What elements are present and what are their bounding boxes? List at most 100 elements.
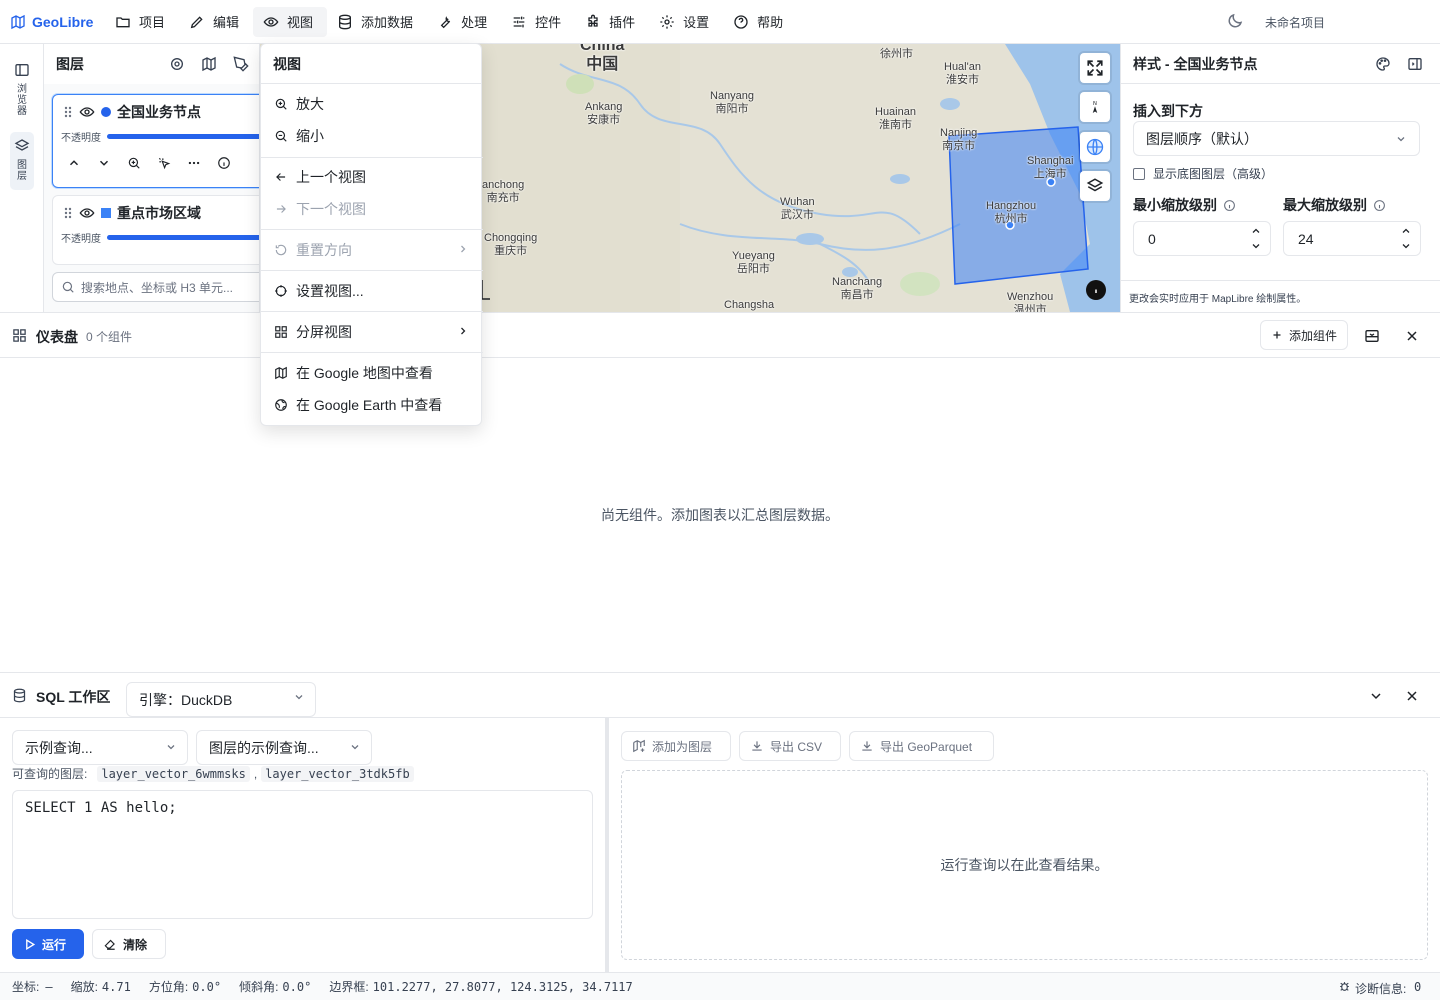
diagnostics-label[interactable]: 诊断信息: bbox=[1355, 980, 1406, 997]
menu-item-set-view[interactable]: 设置视图... bbox=[261, 275, 483, 307]
zoom-to-layer-icon[interactable] bbox=[127, 156, 141, 170]
moon-icon[interactable] bbox=[1226, 12, 1244, 30]
close-icon[interactable] bbox=[1404, 688, 1420, 704]
menu-settings[interactable]: 设置 bbox=[649, 7, 723, 37]
bug-icon[interactable] bbox=[1338, 980, 1351, 993]
drag-handle-icon[interactable] bbox=[63, 206, 73, 220]
chevron-down-icon[interactable] bbox=[97, 156, 111, 170]
visibility-eye-icon[interactable] bbox=[79, 104, 95, 120]
menu-item-label: 设置视图... bbox=[296, 283, 364, 299]
layer-name: 重点市场区域 bbox=[117, 205, 201, 221]
run-button[interactable]: 运行 bbox=[12, 929, 84, 959]
example-query-value: 示例查询... bbox=[25, 739, 93, 756]
chevron-right-icon bbox=[457, 243, 469, 255]
menu-controls[interactable]: 控件 bbox=[501, 7, 575, 37]
globe-button[interactable] bbox=[1080, 132, 1110, 162]
rail-layers-button[interactable]: 图层 bbox=[10, 132, 34, 190]
example-query-select[interactable]: 示例查询... bbox=[12, 730, 188, 765]
menu-view[interactable]: 视图 bbox=[253, 6, 328, 37]
compass-button[interactable]: N bbox=[1080, 92, 1110, 122]
export-csv-button[interactable]: 导出 CSV bbox=[739, 731, 841, 761]
opacity-slider[interactable] bbox=[107, 235, 259, 240]
menu-item-google-maps[interactable]: 在 Google 地图中查看 bbox=[261, 357, 483, 389]
menu-item-split-view[interactable]: 分屏视图 bbox=[261, 316, 483, 348]
visibility-eye-icon[interactable] bbox=[79, 205, 95, 221]
export-csv-label: 导出 CSV bbox=[770, 739, 823, 754]
map-label-en: Wenzhou bbox=[1007, 291, 1054, 303]
app-brand[interactable]: GeoLibre bbox=[10, 14, 105, 30]
menu-item-label: 缩小 bbox=[296, 128, 324, 144]
compass-icon: N bbox=[1086, 98, 1104, 116]
drag-handle-icon[interactable] bbox=[63, 105, 73, 119]
menu-plugins[interactable]: 插件 bbox=[575, 7, 649, 37]
project-name[interactable]: 未命名项目 bbox=[1265, 14, 1325, 31]
download-icon bbox=[860, 739, 874, 753]
palette-icon[interactable] bbox=[1375, 56, 1391, 72]
insert-below-select[interactable]: 图层顺序（默认） bbox=[1133, 121, 1420, 156]
collapse-panel-icon[interactable] bbox=[1407, 56, 1423, 72]
engine-select[interactable]: 引擎：DuckDB bbox=[126, 682, 316, 717]
menu-project[interactable]: 项目 bbox=[105, 7, 179, 37]
show-basemap-checkbox[interactable] bbox=[1133, 167, 1145, 180]
opacity-slider[interactable] bbox=[107, 134, 259, 139]
dashboard-grid-icon bbox=[12, 328, 27, 343]
target-icon bbox=[274, 284, 288, 298]
queryable-layer-chip[interactable]: layer_vector_6wmmsks bbox=[97, 765, 250, 782]
view-dropdown-menu: 视图 放大 缩小 上一个视图 下一个视图 重置方向 设置视图... 分屏视图 在… bbox=[260, 43, 483, 426]
chevron-up-icon[interactable] bbox=[67, 156, 81, 170]
map-icon[interactable] bbox=[201, 56, 217, 72]
chevron-down-icon[interactable] bbox=[1400, 240, 1412, 252]
max-zoom-input[interactable]: 24 bbox=[1283, 221, 1421, 256]
info-icon[interactable] bbox=[217, 156, 231, 170]
pen-tool-icon[interactable] bbox=[233, 56, 249, 72]
minimize-panel-icon[interactable] bbox=[1364, 328, 1380, 344]
map-label-en: Ankang bbox=[585, 101, 623, 113]
layers-icon bbox=[1086, 177, 1104, 195]
export-geoparquet-button[interactable]: 导出 GeoParquet bbox=[849, 731, 994, 761]
layer-example-query-select[interactable]: 图层的示例查询... bbox=[196, 730, 372, 765]
fullscreen-button[interactable] bbox=[1080, 53, 1110, 83]
layer-row: 全国业务节点 bbox=[53, 95, 259, 129]
menu-help[interactable]: 帮助 bbox=[723, 7, 797, 37]
search-input[interactable]: 搜索地点、坐标或 H3 单元... bbox=[52, 272, 259, 302]
map-label-en: Nanchang bbox=[832, 276, 883, 288]
chevron-up-icon[interactable] bbox=[1400, 225, 1412, 237]
crosshair-icon[interactable] bbox=[169, 56, 185, 72]
chevron-up-icon[interactable] bbox=[1250, 225, 1262, 237]
min-zoom-input[interactable]: 0 bbox=[1133, 221, 1271, 256]
more-icon[interactable] bbox=[187, 156, 201, 170]
min-zoom-stepper[interactable] bbox=[1250, 225, 1262, 252]
menu-item-next-view[interactable]: 下一个视图 bbox=[261, 193, 483, 225]
layer-card[interactable]: 重点市场区域 不透明度 bbox=[52, 195, 259, 265]
close-icon[interactable] bbox=[1404, 328, 1420, 344]
chevron-down-icon[interactable] bbox=[1250, 240, 1262, 252]
rail-browser-button[interactable]: 浏览器 bbox=[10, 56, 34, 126]
menu-item-previous-view[interactable]: 上一个视图 bbox=[261, 161, 483, 193]
pointer-icon[interactable] bbox=[157, 156, 171, 170]
menu-add-data[interactable]: 添加数据 bbox=[327, 7, 427, 37]
attribution-info-button[interactable] bbox=[1086, 280, 1106, 300]
menu-processing[interactable]: 处理 bbox=[427, 7, 501, 37]
menu-item-reset-orientation[interactable]: 重置方向 bbox=[261, 234, 483, 266]
map-label: anchong 南充市 bbox=[482, 179, 524, 205]
sql-editor[interactable]: SELECT 1 AS hello; bbox=[12, 790, 593, 919]
max-zoom-stepper[interactable] bbox=[1400, 225, 1412, 252]
dashboard-empty-text: 尚无组件。添加图表以汇总图层数据。 bbox=[601, 507, 839, 523]
add-widget-button[interactable]: 添加组件 bbox=[1260, 320, 1348, 350]
map-label-en: Chongqing bbox=[484, 232, 538, 244]
menu-item-zoom-in[interactable]: 放大 bbox=[261, 88, 483, 120]
chevron-down-icon[interactable] bbox=[1368, 688, 1384, 704]
menu-item-zoom-out[interactable]: 缩小 bbox=[261, 120, 483, 152]
basemap-layers-button[interactable] bbox=[1080, 171, 1110, 201]
clear-button[interactable]: 清除 bbox=[92, 929, 166, 959]
menu-list: 项目 编辑 视图 添加数据 处理 控件 插件 设置 帮助 bbox=[105, 6, 797, 37]
menu-item-google-earth[interactable]: 在 Google Earth 中查看 bbox=[261, 389, 483, 421]
queryable-layer-chip[interactable]: layer_vector_3tdk5fb bbox=[261, 765, 414, 782]
info-icon[interactable] bbox=[1223, 199, 1236, 212]
menu-edit[interactable]: 编辑 bbox=[179, 7, 253, 37]
coord-label: 坐标: bbox=[12, 980, 40, 994]
add-as-layer-button[interactable]: 添加为图层 bbox=[621, 731, 731, 761]
layer-card[interactable]: 全国业务节点 不透明度 bbox=[52, 94, 259, 188]
info-icon[interactable] bbox=[1373, 199, 1386, 212]
menu-separator bbox=[261, 352, 483, 353]
